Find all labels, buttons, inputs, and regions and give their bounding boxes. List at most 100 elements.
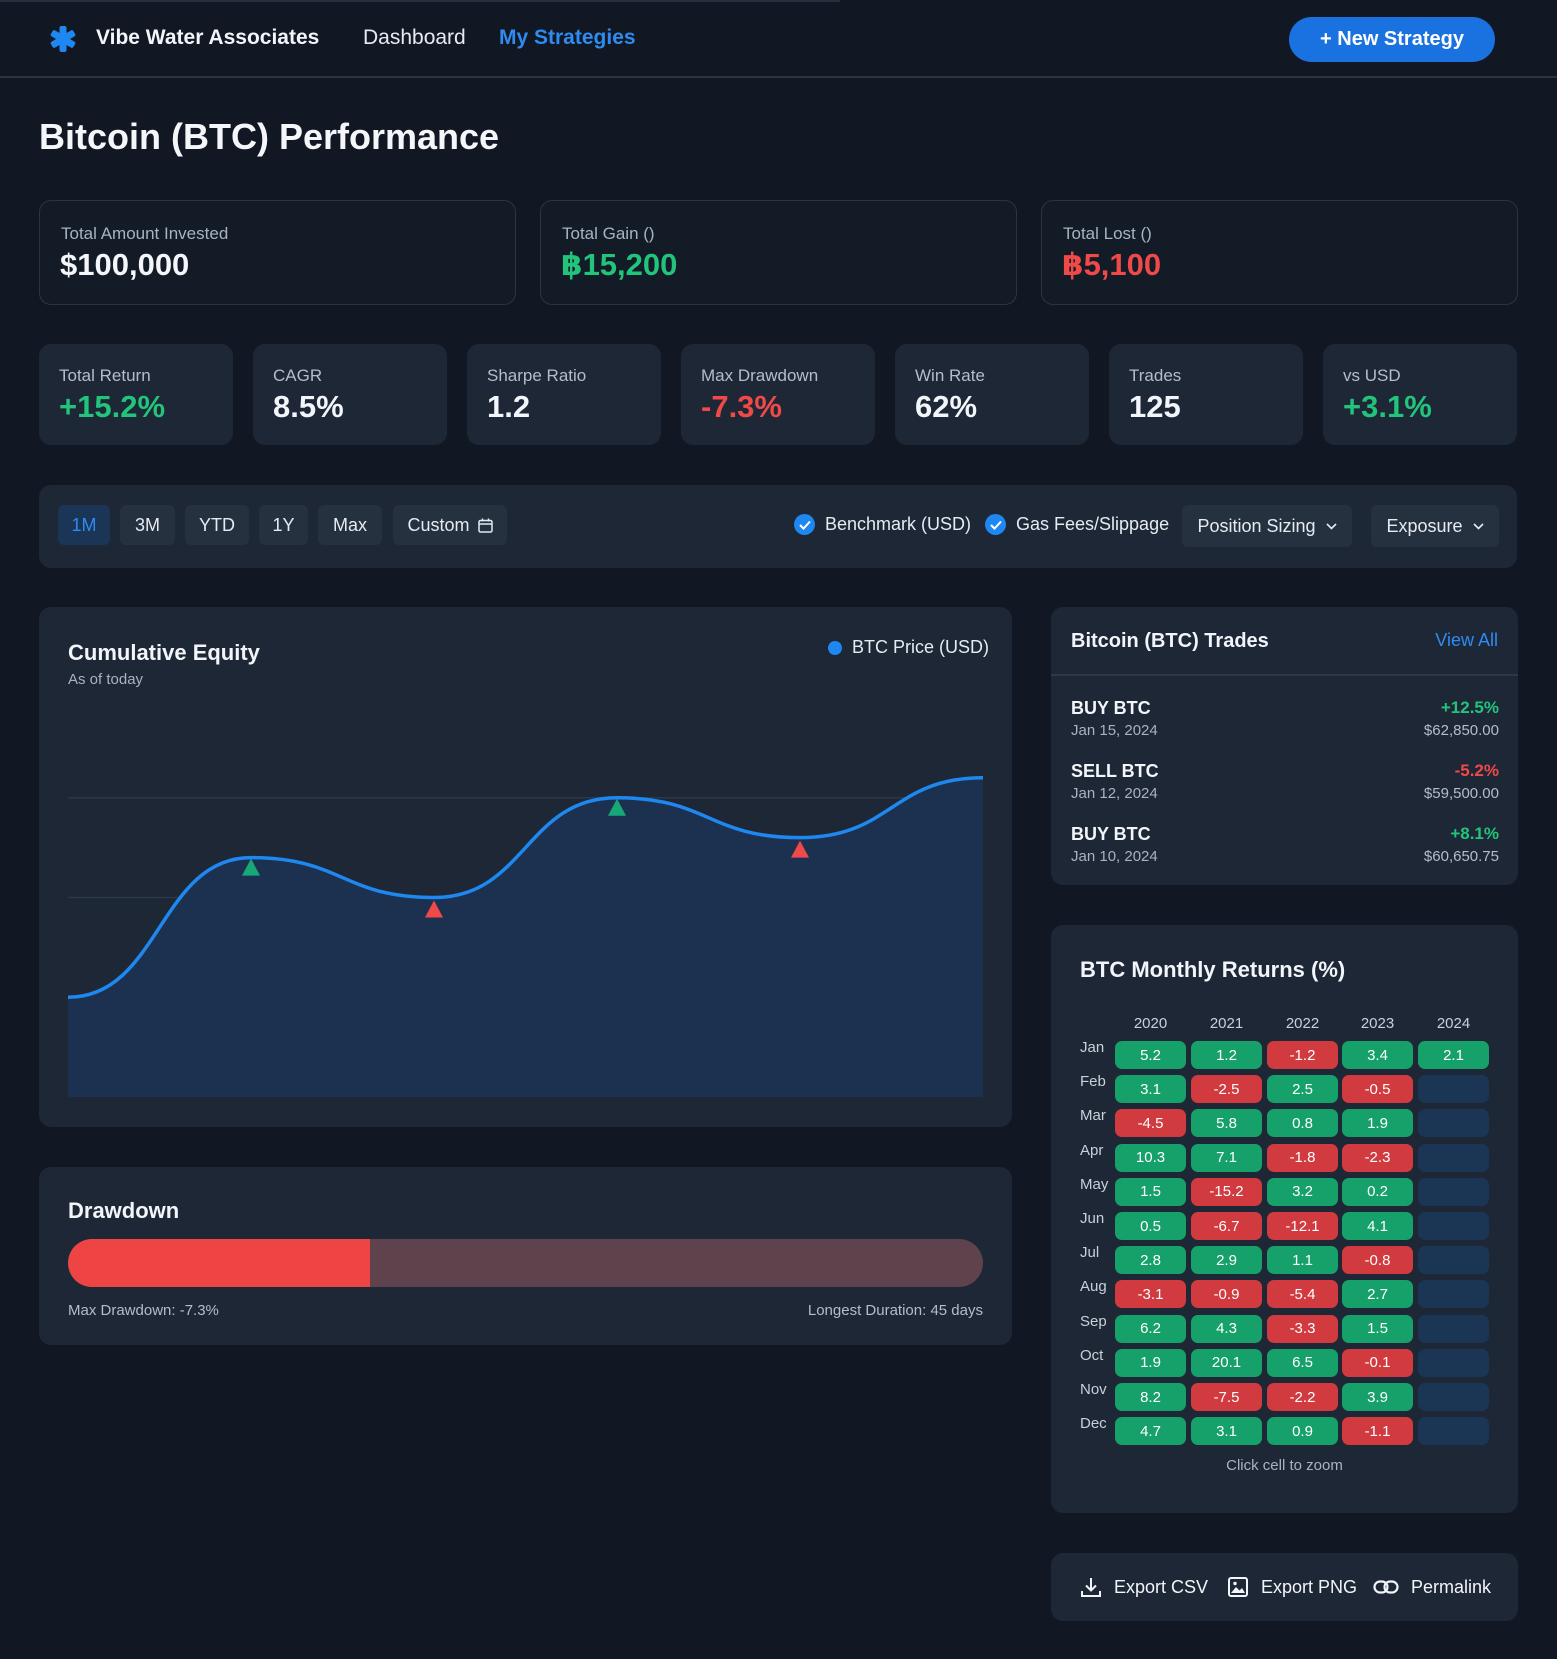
heatmap-cell[interactable]: 1.9 [1115,1348,1186,1377]
benchmark-usd-checkbox[interactable]: Benchmark (USD) [794,514,971,535]
brand-name[interactable]: Vibe Water Associates [96,26,319,50]
position-sizing-dropdown[interactable]: Position Sizing [1182,505,1352,547]
monthly-returns-panel: BTC Monthly Returns (%) Click cell to zo… [1051,925,1518,1513]
heatmap-cell[interactable]: 3.9 [1342,1383,1413,1411]
heatmap-year-label: 2020 [1133,1015,1168,1032]
heatmap-cell[interactable]: 0.8 [1267,1109,1338,1138]
heatmap-cell[interactable]: -7.5 [1191,1383,1262,1411]
range-3m-button[interactable]: 3M [120,505,175,545]
export-bar: Export CSV Export PNG Permalink [1051,1553,1518,1621]
range-1m-button[interactable]: 1M [58,505,110,545]
nav-link-dashboard[interactable]: Dashboard [363,26,466,50]
view-all-link[interactable]: View All [1435,630,1498,651]
chevron-down-icon [1472,522,1484,530]
heatmap-cell[interactable]: 6.5 [1267,1348,1338,1377]
heatmap-cell[interactable]: -2.5 [1191,1075,1262,1104]
trade-row[interactable]: BUY BTC Jan 15, 2024 +12.5% $62,850.00 [1071,698,1499,746]
heatmap-cell[interactable] [1418,1212,1489,1240]
heatmap-cell[interactable]: -1.8 [1267,1143,1338,1172]
metric-label: CAGR [273,366,323,385]
heatmap-cell[interactable]: 2.8 [1115,1246,1186,1275]
custom-label: Custom [407,514,470,535]
heatmap-cell[interactable] [1418,1348,1489,1377]
heatmap-cell[interactable]: 1.5 [1342,1314,1413,1343]
heatmap-cell[interactable] [1418,1143,1489,1172]
heatmap-cell[interactable]: 1.5 [1115,1177,1186,1206]
equity-area [68,777,983,1097]
heatmap-cell[interactable]: 3.1 [1191,1417,1262,1446]
exposure-dropdown[interactable]: Exposure [1371,505,1499,547]
heatmap-cell[interactable]: 0.2 [1342,1177,1413,1206]
calendar-icon [477,518,493,533]
heatmap-cell[interactable]: -1.2 [1267,1041,1338,1069]
heatmap-cell[interactable] [1418,1383,1489,1411]
heatmap-cell[interactable]: -2.2 [1267,1383,1338,1411]
heatmap-cell[interactable]: -2.3 [1342,1143,1413,1172]
dropdown-label: Position Sizing [1197,515,1316,536]
heatmap-cell[interactable]: 1.2 [1191,1041,1262,1069]
heatmap-cell[interactable] [1418,1109,1489,1138]
heatmap-cell[interactable]: -6.7 [1191,1212,1262,1240]
new-strategy-button[interactable]: + New Strategy [1289,17,1495,62]
heatmap-cell[interactable]: -0.1 [1342,1348,1413,1377]
heatmap-month-label: Nov [1080,1381,1107,1398]
nav-link-my-strategies[interactable]: My Strategies [499,26,636,50]
equity-chart-svg[interactable] [39,607,1012,1127]
heatmap-cell[interactable]: 5.8 [1191,1109,1262,1138]
heatmap-cell[interactable]: -3.3 [1267,1314,1338,1343]
heatmap-cell[interactable]: -1.1 [1342,1417,1413,1446]
heatmap-cell[interactable]: -4.5 [1115,1109,1186,1138]
export-png-button[interactable]: Export PNG [1227,1553,1357,1621]
heatmap-cell[interactable]: 0.9 [1267,1417,1338,1446]
heatmap-cell[interactable]: 3.2 [1267,1177,1338,1206]
range-custom-button[interactable]: Custom [393,505,507,545]
heatmap-cell[interactable]: 3.1 [1115,1075,1186,1104]
heatmap-cell[interactable]: -12.1 [1267,1212,1338,1240]
filter-toolbar: 1M 3M YTD 1Y Max Custom Benchmark (USD) … [39,485,1517,568]
heatmap-cell[interactable]: 20.1 [1191,1348,1262,1377]
export-label: Export PNG [1261,1576,1358,1597]
range-ytd-button[interactable]: YTD [185,505,249,545]
heatmap-cell[interactable]: 1.9 [1342,1109,1413,1138]
heatmap-cell[interactable]: 2.9 [1191,1246,1262,1275]
metric-card-win-rate: Win Rate 62% [895,344,1089,445]
trade-row[interactable]: BUY BTC Jan 10, 2024 +8.1% $60,650.75 [1071,824,1499,872]
heatmap-cell[interactable] [1418,1417,1489,1446]
heatmap-cell[interactable]: 7.1 [1191,1143,1262,1172]
heatmap-cell[interactable]: 2.7 [1342,1280,1413,1309]
metric-card-total-return: Total Return +15.2% [39,344,233,445]
export-csv-button[interactable]: Export CSV [1080,1553,1208,1621]
heatmap-cell[interactable]: 5.2 [1115,1041,1186,1069]
heatmap-cell[interactable]: 0.5 [1115,1212,1186,1240]
heatmap-cell[interactable]: -0.8 [1342,1246,1413,1275]
heatmap-cell[interactable]: 3.4 [1342,1041,1413,1069]
heatmap-cell[interactable]: 10.3 [1115,1143,1186,1172]
heatmap-cell[interactable]: -0.5 [1342,1075,1413,1104]
heatmap-cell[interactable]: 4.1 [1342,1212,1413,1240]
heatmap-cell[interactable]: -0.9 [1191,1280,1262,1309]
heatmap-cell[interactable]: 4.7 [1115,1417,1186,1446]
heatmap-cell[interactable]: 8.2 [1115,1383,1186,1411]
summary-value: ฿5,100 [1062,247,1162,282]
heatmap-cell[interactable]: -3.1 [1115,1280,1186,1309]
heatmap-month-label: Jul [1080,1244,1100,1262]
heatmap-cell[interactable]: 1.1 [1267,1246,1338,1275]
heatmap-cell[interactable] [1418,1177,1489,1206]
heatmap-cell[interactable]: -5.4 [1267,1280,1338,1309]
trade-row[interactable]: SELL BTC Jan 12, 2024 -5.2% $59,500.00 [1071,761,1499,809]
export-label: Export CSV [1114,1576,1209,1597]
heatmap-cell[interactable] [1418,1280,1489,1309]
permalink-button[interactable]: Permalink [1373,1553,1491,1621]
heatmap-cell[interactable]: 6.2 [1115,1314,1186,1343]
summary-label: Total Lost () [1063,224,1152,243]
heatmap-cell[interactable]: 4.3 [1191,1314,1262,1343]
heatmap-cell[interactable]: 2.5 [1267,1075,1338,1104]
range-1y-button[interactable]: 1Y [259,505,308,545]
heatmap-cell[interactable]: -15.2 [1191,1177,1262,1206]
heatmap-cell[interactable] [1418,1246,1489,1275]
heatmap-cell[interactable]: 2.1 [1418,1041,1489,1069]
heatmap-cell[interactable] [1418,1314,1489,1343]
gas-fees-checkbox[interactable]: Gas Fees/Slippage [985,514,1169,535]
range-max-button[interactable]: Max [318,505,382,545]
heatmap-cell[interactable] [1418,1075,1489,1104]
